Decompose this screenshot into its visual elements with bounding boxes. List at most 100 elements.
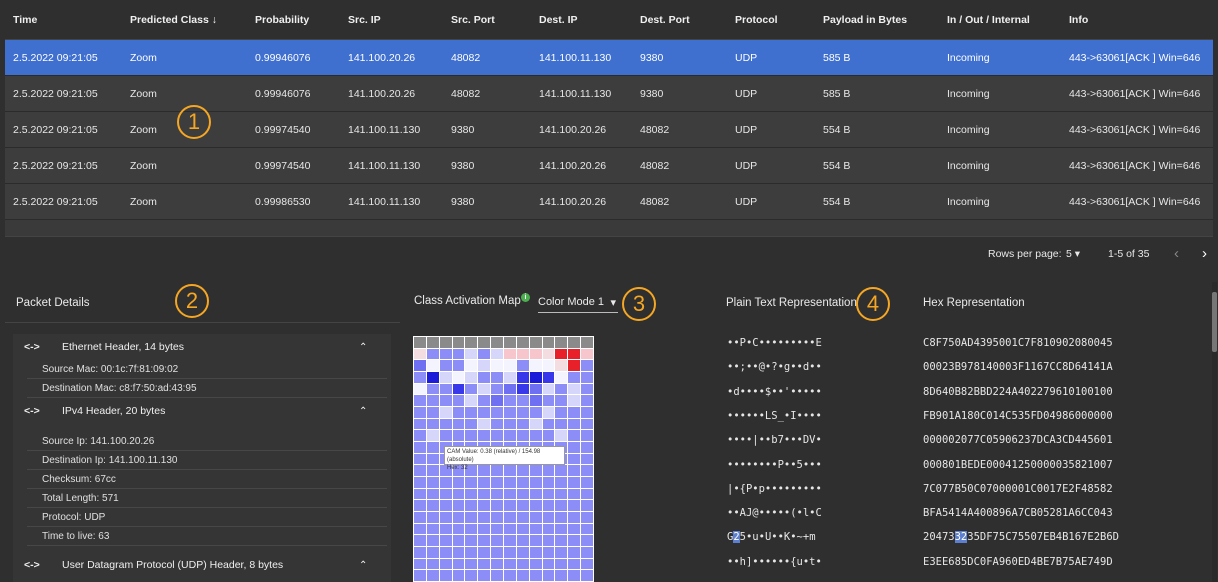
- cam-cell[interactable]: [516, 476, 529, 488]
- cam-cell[interactable]: [529, 360, 542, 371]
- cam-cell[interactable]: [439, 418, 452, 430]
- cam-cell[interactable]: [568, 360, 581, 371]
- cam-cell[interactable]: [568, 465, 581, 476]
- cam-cell[interactable]: [581, 570, 593, 581]
- cam-cell[interactable]: [439, 535, 452, 546]
- cam-cell[interactable]: [465, 418, 478, 430]
- chevron-up-icon[interactable]: ⌃: [359, 560, 367, 571]
- cam-cell[interactable]: [568, 511, 581, 523]
- cam-cell[interactable]: [465, 511, 478, 523]
- cam-cell[interactable]: [516, 535, 529, 546]
- cam-cell[interactable]: [503, 348, 516, 360]
- cam-cell[interactable]: [568, 523, 581, 535]
- cam-cell[interactable]: [491, 348, 503, 360]
- cam-cell[interactable]: [542, 476, 555, 488]
- cam-cell[interactable]: [529, 383, 542, 395]
- cam-cell[interactable]: [491, 371, 503, 383]
- cam-cell[interactable]: [478, 570, 491, 581]
- column-header-dest-port[interactable]: Dest. Port: [640, 0, 690, 39]
- cam-cell[interactable]: [581, 383, 593, 395]
- cam-cell[interactable]: [568, 476, 581, 488]
- cam-cell[interactable]: [555, 430, 568, 441]
- cam-cell[interactable]: [516, 558, 529, 570]
- cam-cell[interactable]: [581, 337, 593, 348]
- cam-cell[interactable]: [452, 395, 465, 406]
- cam-cell[interactable]: [555, 360, 568, 371]
- cam-cell[interactable]: [503, 360, 516, 371]
- cam-cell[interactable]: [503, 558, 516, 570]
- cam-cell[interactable]: [414, 406, 426, 418]
- cam-cell[interactable]: [503, 523, 516, 535]
- cam-cell[interactable]: [529, 558, 542, 570]
- cam-cell[interactable]: [581, 348, 593, 360]
- color-mode-select[interactable]: Color Mode 1 ▾: [538, 296, 618, 313]
- cam-cell[interactable]: [581, 371, 593, 383]
- cam-cell[interactable]: [503, 383, 516, 395]
- cam-cell[interactable]: [568, 406, 581, 418]
- cam-cell[interactable]: [568, 371, 581, 383]
- cam-cell[interactable]: [568, 488, 581, 500]
- cam-cell[interactable]: [555, 476, 568, 488]
- cam-cell[interactable]: [542, 371, 555, 383]
- cam-cell[interactable]: [465, 476, 478, 488]
- cam-cell[interactable]: [555, 570, 568, 581]
- cam-cell[interactable]: [439, 523, 452, 535]
- column-header-probability[interactable]: Probability: [255, 0, 309, 39]
- cam-cell[interactable]: [529, 337, 542, 348]
- cam-cell[interactable]: [439, 348, 452, 360]
- cam-cell[interactable]: [568, 348, 581, 360]
- cam-cell[interactable]: [439, 558, 452, 570]
- ipv4-header[interactable]: <-> IPv4 Header, 20 bytes ⌃: [13, 398, 391, 424]
- cam-cell[interactable]: [478, 511, 491, 523]
- cam-cell[interactable]: [555, 418, 568, 430]
- cam-cell[interactable]: [426, 465, 439, 476]
- cam-cell[interactable]: [581, 465, 593, 476]
- cam-cell[interactable]: [516, 371, 529, 383]
- cam-cell[interactable]: [542, 523, 555, 535]
- cam-cell[interactable]: [414, 465, 426, 476]
- cam-cell[interactable]: [465, 546, 478, 558]
- cam-cell[interactable]: [555, 558, 568, 570]
- cam-cell[interactable]: [503, 570, 516, 581]
- cam-cell[interactable]: [465, 348, 478, 360]
- cam-cell[interactable]: [426, 535, 439, 546]
- cam-cell[interactable]: [439, 383, 452, 395]
- cam-cell[interactable]: [542, 406, 555, 418]
- cam-cell[interactable]: [491, 406, 503, 418]
- info-icon[interactable]: i: [521, 293, 530, 302]
- cam-cell[interactable]: [426, 383, 439, 395]
- cam-cell[interactable]: [439, 395, 452, 406]
- cam-cell[interactable]: [529, 500, 542, 511]
- chevron-up-icon[interactable]: ⌃: [359, 342, 367, 353]
- cam-cell[interactable]: [426, 418, 439, 430]
- cam-cell[interactable]: [555, 406, 568, 418]
- cam-cell[interactable]: [568, 558, 581, 570]
- cam-cell[interactable]: [555, 371, 568, 383]
- cam-cell[interactable]: [581, 430, 593, 441]
- cam-cell[interactable]: [529, 535, 542, 546]
- cam-cell[interactable]: [452, 570, 465, 581]
- cam-cell[interactable]: [516, 395, 529, 406]
- cam-cell[interactable]: [581, 511, 593, 523]
- cam-cell[interactable]: [478, 383, 491, 395]
- cam-cell[interactable]: [568, 395, 581, 406]
- cam-cell[interactable]: [503, 337, 516, 348]
- column-header-info[interactable]: Info: [1069, 0, 1088, 39]
- cam-cell[interactable]: [542, 348, 555, 360]
- cam-cell[interactable]: [452, 418, 465, 430]
- cam-cell[interactable]: [568, 535, 581, 546]
- cam-cell[interactable]: [581, 406, 593, 418]
- cam-cell[interactable]: [503, 406, 516, 418]
- cam-cell[interactable]: [426, 500, 439, 511]
- cam-cell[interactable]: [478, 523, 491, 535]
- cam-cell[interactable]: [555, 488, 568, 500]
- cam-cell[interactable]: [503, 546, 516, 558]
- cam-cell[interactable]: [465, 430, 478, 441]
- cam-cell[interactable]: [414, 523, 426, 535]
- cam-cell[interactable]: [491, 395, 503, 406]
- cam-cell[interactable]: [426, 476, 439, 488]
- column-header-protocol[interactable]: Protocol: [735, 0, 778, 39]
- cam-cell[interactable]: [478, 337, 491, 348]
- cam-cell[interactable]: [478, 360, 491, 371]
- cam-cell[interactable]: [452, 500, 465, 511]
